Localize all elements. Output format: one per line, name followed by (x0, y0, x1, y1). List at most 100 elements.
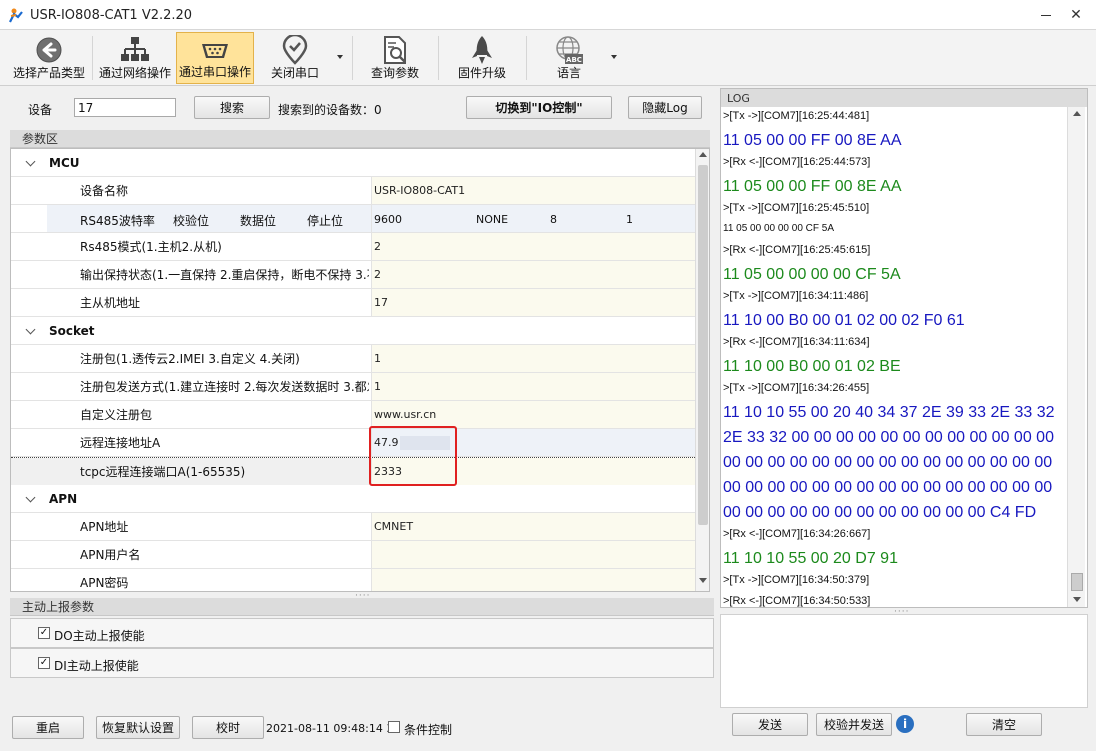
group-label: Socket (49, 324, 95, 338)
param-label: 注册包发送方式(1.建立连接时 2.每次发送数据时 3.都发 (47, 373, 369, 400)
params-scrollbar[interactable] (695, 149, 709, 591)
param-row-remote-port[interactable]: tcpc远程连接端口A(1-65535) 2333 (11, 457, 695, 485)
minimize-button[interactable] (1034, 4, 1058, 26)
param-row-custom-register[interactable]: 自定义注册包 www.usr.cn (11, 401, 695, 429)
rs485-baud-value[interactable]: 9600 (374, 213, 402, 226)
param-value[interactable]: USR-IO808-CAT1 (371, 177, 695, 204)
toolbar-query-button[interactable]: 查询参数 (356, 32, 434, 84)
toolbar-language-button[interactable]: ABC 语言 (530, 32, 608, 84)
param-label: 输出保持状态(1.一直保持 2.重启保持，断电不保持 3.不 (47, 261, 369, 288)
info-icon[interactable]: i (896, 715, 914, 733)
param-value[interactable]: 17 (371, 289, 695, 316)
param-value[interactable]: CMNET (371, 513, 695, 540)
group-socket[interactable]: Socket (11, 317, 695, 345)
log-entry-data: 11 05 00 00 FF 00 8E AA (723, 178, 902, 195)
log-entry-data: 00 00 00 00 00 00 00 00 00 00 00 00 C4 F… (723, 504, 1037, 521)
param-label: 设备名称 (47, 177, 369, 204)
scrollbar-thumb[interactable] (1071, 573, 1083, 591)
log-bottom-bar: 发送 校验并发送 i 清空 (720, 710, 1088, 746)
param-value[interactable]: www.usr.cn (371, 401, 695, 428)
params-grid: MCU 设备名称 USR-IO808-CAT1 RS485波特率 校验位 数据位… (10, 148, 710, 592)
param-value[interactable]: 2 (371, 261, 695, 288)
toolbar-close-port-button[interactable]: 关闭串口 (256, 32, 334, 84)
param-row-output-hold[interactable]: 输出保持状态(1.一直保持 2.重启保持，断电不保持 3.不 2 (11, 261, 695, 289)
param-value[interactable]: 1 (371, 373, 695, 400)
send-button[interactable]: 发送 (732, 713, 808, 736)
scroll-up-icon[interactable] (699, 152, 707, 157)
device-id-input[interactable]: 17 (74, 98, 176, 117)
log-entry-header: >[Rx <-][COM7][16:34:26:667] (723, 528, 871, 540)
param-value[interactable]: 1 (371, 345, 695, 372)
scroll-down-icon[interactable] (1073, 597, 1081, 602)
close-port-dropdown-icon[interactable] (337, 55, 343, 59)
log-entry-header: >[Rx <-][COM7][16:34:50:533] (723, 595, 871, 607)
toolbar-label: 关闭串口 (270, 66, 319, 80)
param-label: tcpc远程连接端口A(1-65535) (47, 458, 369, 485)
rs485-databits-value[interactable]: 8 (550, 213, 557, 226)
log-scrollbar[interactable] (1067, 107, 1085, 607)
toolbar-select-product-button[interactable]: 选择产品类型 (6, 32, 92, 84)
search-button[interactable]: 搜索 (194, 96, 270, 119)
send-input-area[interactable] (720, 614, 1088, 708)
param-row-slave-address[interactable]: 主从机地址 17 (11, 289, 695, 317)
param-row-device-name[interactable]: 设备名称 USR-IO808-CAT1 (11, 177, 695, 205)
scroll-down-icon[interactable] (699, 578, 707, 583)
toolbar-label: 通过网络操作 (98, 66, 171, 80)
close-icon: ✕ (1070, 7, 1082, 23)
di-report-label[interactable]: DI主动上报使能 (54, 657, 139, 674)
param-row-rs485[interactable]: RS485波特率 校验位 数据位 停止位 9600 NONE 8 1 (11, 205, 695, 233)
globe-abc-icon: ABC (556, 36, 583, 64)
close-window-button[interactable]: ✕ (1064, 4, 1088, 26)
rs485-stopbits-value[interactable]: 1 (626, 213, 633, 226)
param-row-remote-address[interactable]: 远程连接地址A 47.9 (11, 429, 695, 457)
param-label: 注册包(1.透传云2.IMEI 3.自定义 4.关闭) (47, 345, 369, 372)
group-mcu[interactable]: MCU (11, 149, 695, 177)
rs485-parity-value[interactable]: NONE (476, 213, 508, 226)
params-section-header: 参数区 (10, 130, 710, 148)
toolbar-network-button[interactable]: 通过网络操作 (94, 32, 176, 84)
do-report-checkbox[interactable]: ✓ (38, 627, 50, 639)
serial-port-icon (202, 44, 228, 58)
log-output[interactable]: >[Tx ->][COM7][16:25:44:481] 11 05 00 00 … (723, 107, 1067, 607)
collapse-chevron-icon[interactable] (25, 156, 36, 167)
param-value[interactable] (371, 541, 695, 568)
collapse-chevron-icon[interactable] (25, 492, 36, 503)
param-row-apn-address[interactable]: APN地址 CMNET (11, 513, 695, 541)
sync-time-button[interactable]: 校时 (192, 716, 264, 739)
scrollbar-thumb[interactable] (698, 165, 708, 525)
restore-defaults-button[interactable]: 恢复默认设置 (96, 716, 180, 739)
switch-io-control-button[interactable]: 切换到"IO控制" (466, 96, 612, 119)
highlight-box (369, 426, 457, 486)
group-apn[interactable]: APN (11, 485, 695, 513)
param-row-register-packet[interactable]: 注册包(1.透传云2.IMEI 3.自定义 4.关闭) 1 (11, 345, 695, 373)
di-report-checkbox[interactable]: ✓ (38, 657, 50, 669)
log-entry-header: >[Rx <-][COM7][16:25:45:615] (723, 244, 871, 256)
language-dropdown-icon[interactable] (611, 55, 617, 59)
network-icon (121, 37, 149, 61)
rs485-stopbits-label: 停止位 (307, 214, 344, 228)
restart-button[interactable]: 重启 (12, 716, 84, 739)
do-report-label[interactable]: DO主动上报使能 (54, 627, 145, 644)
param-row-apn-password[interactable]: APN密码 (11, 569, 695, 591)
scroll-up-icon[interactable] (1073, 111, 1081, 116)
toolbar-firmware-button[interactable]: 固件升级 (444, 32, 520, 84)
collapse-chevron-icon[interactable] (25, 324, 36, 335)
toolbar-serial-button[interactable]: 通过串口操作 (176, 32, 254, 84)
condition-control-label[interactable]: 条件控制 (404, 721, 452, 738)
clear-log-button[interactable]: 清空 (966, 713, 1042, 736)
param-label: 主从机地址 (47, 289, 369, 316)
hide-log-button[interactable]: 隐藏Log (628, 96, 702, 119)
log-entry-header: >[Rx <-][COM7][16:25:44:573] (723, 156, 871, 168)
log-entry-data: 11 10 00 B0 00 01 02 BE (723, 358, 901, 375)
toolbar-label: 选择产品类型 (12, 66, 85, 80)
log-entry-data: 00 00 00 00 00 00 00 00 00 00 00 00 00 0… (723, 479, 1053, 496)
param-value[interactable] (371, 569, 695, 591)
param-row-rs485-mode[interactable]: Rs485模式(1.主机2.从机) 2 (11, 233, 695, 261)
param-row-apn-user[interactable]: APN用户名 (11, 541, 695, 569)
log-entry-data: 11 10 10 55 00 20 40 34 37 2E 39 33 2E 3… (723, 404, 1055, 421)
verify-send-button[interactable]: 校验并发送 (816, 713, 892, 736)
param-label: APN用户名 (47, 541, 369, 568)
condition-control-checkbox[interactable] (388, 721, 400, 733)
param-value[interactable]: 2 (371, 233, 695, 260)
param-row-register-send-mode[interactable]: 注册包发送方式(1.建立连接时 2.每次发送数据时 3.都发 1 (11, 373, 695, 401)
